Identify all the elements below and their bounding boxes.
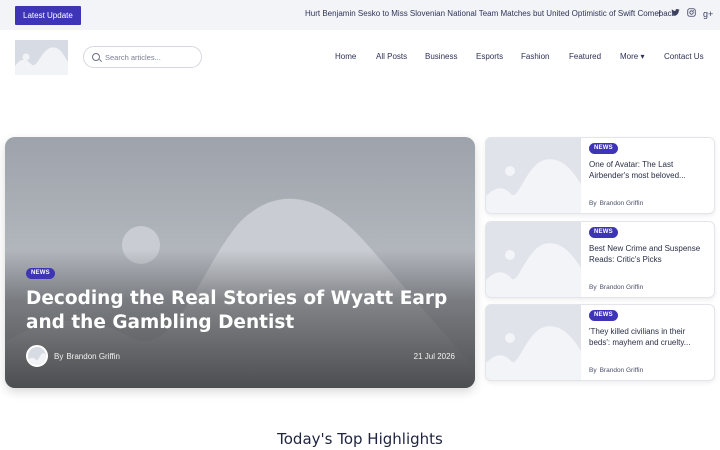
- author-avatar[interactable]: [26, 345, 48, 367]
- nav-all-posts[interactable]: All Posts: [376, 52, 407, 61]
- by-label: By: [589, 284, 597, 291]
- featured-post[interactable]: NEWS Decoding the Real Stories of Wyatt …: [5, 137, 475, 388]
- post-title[interactable]: Best New Crime and Suspense Reads: Criti…: [589, 243, 707, 265]
- instagram-icon[interactable]: [687, 8, 696, 20]
- post-title[interactable]: One of Avatar: The Last Airbender's most…: [589, 159, 707, 181]
- side-post-card[interactable]: NEWS Best New Crime and Suspense Reads: …: [485, 221, 715, 298]
- nav-contact-us[interactable]: Contact Us: [664, 52, 704, 61]
- social-links: f g+: [655, 8, 713, 20]
- by-label: By: [54, 352, 64, 361]
- post-thumbnail[interactable]: [486, 305, 581, 380]
- google-plus-icon[interactable]: g+: [703, 8, 713, 20]
- side-post-card[interactable]: NEWS One of Avatar: The Last Airbender's…: [485, 137, 715, 214]
- post-byline: By Brandon Griffin: [589, 284, 643, 291]
- top-bar: Latest Update Hurt Benjamin Sesko to Mis…: [0, 0, 720, 30]
- main-nav: Home All Posts Business Esports Fashion …: [0, 52, 720, 64]
- nav-home[interactable]: Home: [335, 52, 356, 61]
- side-post-card[interactable]: NEWS 'They killed civilians in their bed…: [485, 304, 715, 381]
- category-badge[interactable]: NEWS: [26, 268, 55, 279]
- news-ticker[interactable]: Hurt Benjamin Sesko to Miss Slovenian Na…: [305, 9, 676, 18]
- nav-more-dropdown[interactable]: More ▾: [620, 52, 644, 61]
- featured-post-title[interactable]: Decoding the Real Stories of Wyatt Earp …: [26, 287, 456, 335]
- facebook-icon[interactable]: f: [655, 8, 664, 20]
- nav-business[interactable]: Business: [425, 52, 457, 61]
- author-link[interactable]: Brandon Griffin: [600, 284, 644, 291]
- category-badge[interactable]: NEWS: [589, 227, 618, 238]
- nav-featured[interactable]: Featured: [569, 52, 601, 61]
- by-label: By: [589, 200, 597, 207]
- latest-update-button[interactable]: Latest Update: [15, 6, 81, 25]
- by-label: By: [589, 367, 597, 374]
- nav-esports[interactable]: Esports: [476, 52, 503, 61]
- category-badge[interactable]: NEWS: [589, 310, 618, 321]
- author-link[interactable]: Brandon Griffin: [66, 352, 120, 361]
- post-byline: By Brandon Griffin: [589, 367, 643, 374]
- author-link[interactable]: Brandon Griffin: [600, 200, 644, 207]
- twitter-icon[interactable]: [671, 8, 680, 20]
- author-link[interactable]: Brandon Griffin: [600, 367, 644, 374]
- category-badge[interactable]: NEWS: [589, 143, 618, 154]
- post-byline: By Brandon Griffin: [589, 200, 643, 207]
- post-date: 21 Jul 2026: [413, 352, 455, 361]
- nav-fashion[interactable]: Fashion: [521, 52, 549, 61]
- post-title[interactable]: 'They killed civilians in their beds': m…: [589, 326, 707, 348]
- post-thumbnail[interactable]: [486, 222, 581, 297]
- section-heading: Today's Top Highlights: [277, 430, 443, 448]
- image-overlay: [5, 137, 475, 388]
- post-thumbnail[interactable]: [486, 138, 581, 213]
- post-byline: By Brandon Griffin: [54, 352, 120, 361]
